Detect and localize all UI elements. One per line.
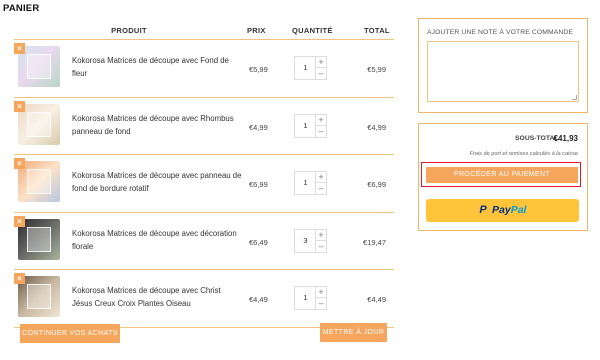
order-note-label: AJOUTER UNE NOTE À VOTRE COMMANDE (427, 29, 574, 36)
decrement-button[interactable]: – (315, 125, 326, 137)
cart-row: × Kokorosa Matrices de découpe avec déco… (14, 213, 394, 270)
decrement-button[interactable]: – (315, 68, 326, 79)
subtotal-value: €41,93 (553, 134, 578, 143)
paypal-word-pal: Pal (510, 204, 527, 216)
quantity-input[interactable]: 3 (295, 230, 316, 252)
quantity-stepper[interactable]: 1 + – (294, 56, 327, 80)
quantity-input[interactable]: 1 (295, 287, 316, 309)
increment-button[interactable]: + (315, 57, 326, 68)
product-name[interactable]: Kokorosa Matrices de découpe avec Christ… (72, 284, 242, 310)
decrement-button[interactable]: – (315, 183, 326, 194)
product-price: €4,49 (249, 295, 268, 304)
remove-item-icon[interactable]: × (14, 273, 25, 284)
product-price: €6,99 (249, 180, 268, 189)
paypal-wordmark: PayPal (492, 204, 526, 217)
quantity-input[interactable]: 1 (295, 172, 316, 194)
remove-item-icon[interactable]: × (14, 158, 25, 169)
continue-shopping-button[interactable]: CONTINUER VOS ACHATS (20, 324, 120, 343)
cart-row: × Kokorosa Matrices de découpe avec Chri… (14, 270, 394, 328)
line-total: €5,99 (367, 65, 386, 74)
update-cart-button[interactable]: METTRE À JOUR (320, 323, 387, 342)
cart-row: × Kokorosa Matrices de découpe avec Rhom… (14, 98, 394, 155)
paypal-button[interactable]: P PayPal (426, 199, 579, 222)
header-price: PRIX (247, 26, 266, 35)
order-note-textarea[interactable] (427, 41, 579, 102)
decrement-button[interactable]: – (315, 298, 326, 309)
page-title: PANIER (3, 3, 40, 14)
quantity-stepper[interactable]: 1 + – (294, 171, 327, 195)
shipping-note: Frais de port et remises calculés à la c… (469, 151, 579, 157)
increment-button[interactable]: + (315, 172, 326, 183)
header-quantity: QUANTITÉ (292, 26, 333, 35)
quantity-input[interactable]: 1 (295, 57, 316, 79)
quantity-stepper[interactable]: 1 + – (294, 113, 327, 138)
remove-item-icon[interactable]: × (14, 215, 25, 227)
product-name[interactable]: Kokorosa Matrices de découpe avec décora… (72, 227, 242, 253)
remove-item-icon[interactable]: × (14, 100, 25, 112)
remove-item-icon[interactable]: × (14, 43, 25, 54)
product-price: €6,49 (249, 237, 268, 247)
product-name[interactable]: Kokorosa Matrices de découpe avec Rhombu… (72, 112, 242, 138)
resize-handle-icon[interactable] (572, 95, 577, 100)
checkout-button[interactable]: PROCÉDER AU PAIEMENT (426, 167, 578, 183)
product-name[interactable]: Kokorosa Matrices de découpe avec pannea… (72, 169, 242, 195)
increment-button[interactable]: + (315, 114, 326, 126)
paypal-logo-icon: P (479, 204, 487, 216)
line-total: €19,47 (363, 237, 386, 247)
product-price: €5,99 (249, 65, 268, 74)
order-summary-panel: SOUS-TOTAL €41,93 Frais de port et remis… (418, 123, 588, 231)
cart-row: × Kokorosa Matrices de découpe avec pann… (14, 155, 394, 213)
subtotal-label: SOUS-TOTAL (515, 135, 559, 142)
cart-header: PRODUIT PRIX QUANTITÉ TOTAL (14, 20, 394, 40)
line-total: €4,99 (367, 122, 386, 132)
cart-row: × Kokorosa Matrices de découpe avec Fond… (14, 40, 394, 98)
line-total: €6,99 (367, 180, 386, 189)
increment-button[interactable]: + (315, 287, 326, 298)
quantity-input[interactable]: 1 (295, 115, 316, 137)
paypal-word-pay: Pay (492, 204, 511, 216)
line-total: €4,49 (367, 295, 386, 304)
quantity-stepper[interactable]: 1 + – (294, 286, 327, 310)
header-total: TOTAL (364, 26, 390, 35)
product-name[interactable]: Kokorosa Matrices de découpe avec Fond d… (72, 54, 242, 80)
order-note-panel: AJOUTER UNE NOTE À VOTRE COMMANDE (418, 18, 588, 113)
header-product: PRODUIT (111, 26, 147, 35)
quantity-stepper[interactable]: 3 + – (294, 228, 327, 253)
increment-button[interactable]: + (315, 229, 326, 241)
product-price: €4,99 (249, 122, 268, 132)
decrement-button[interactable]: – (315, 240, 326, 252)
cart-table: PRODUIT PRIX QUANTITÉ TOTAL × Kokorosa M… (14, 20, 394, 328)
